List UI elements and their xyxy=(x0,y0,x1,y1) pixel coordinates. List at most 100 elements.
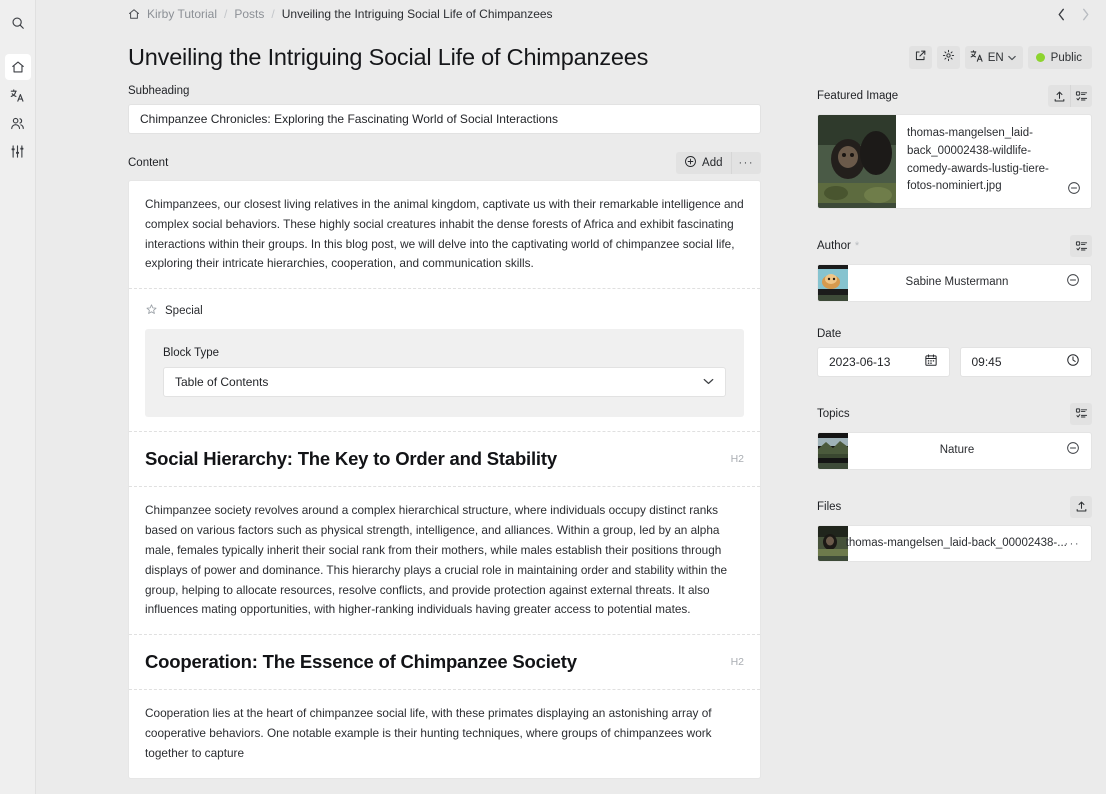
page-title[interactable]: Unveiling the Intriguing Social Life of … xyxy=(128,44,897,71)
status-badge[interactable]: Public xyxy=(1027,46,1092,69)
featured-image-info: thomas-mangelsen_laid-back_00002438-wild… xyxy=(896,115,1067,208)
language-value: EN xyxy=(987,51,1004,64)
blocks-canvas: Chimpanzees, our closest living relative… xyxy=(128,180,761,779)
sidebar-item-system[interactable] xyxy=(5,138,31,164)
checklist-icon[interactable] xyxy=(1070,85,1092,107)
sidebar-item-site[interactable] xyxy=(4,54,31,80)
block-text[interactable]: Chimpanzee society revolves around a com… xyxy=(129,487,760,636)
breadcrumb-item-site[interactable]: Kirby Tutorial xyxy=(147,7,217,21)
topics-actions xyxy=(1070,402,1092,425)
block-heading[interactable]: Cooperation: The Essence of Chimpanzee S… xyxy=(129,635,760,691)
title-actions: EN Public xyxy=(908,46,1092,69)
panel-featured-image: Featured Image thomas-mangelsen_laid-bac… xyxy=(817,85,1092,209)
topbar: Kirby Tutorial / Posts / Unveiling the I… xyxy=(36,0,1106,28)
file-thumbnail xyxy=(818,525,848,562)
ellipsis-icon: ··· xyxy=(1064,537,1080,550)
featured-image-filename: thomas-mangelsen_laid-back_00002438-wild… xyxy=(907,127,1049,193)
title-bar: Unveiling the Intriguing Social Life of … xyxy=(36,28,1106,85)
translate-icon xyxy=(970,49,984,66)
author-card[interactable]: Sabine Mustermann xyxy=(817,264,1092,302)
content-more-button[interactable]: ··· xyxy=(730,152,762,174)
panel-header: Featured Image xyxy=(817,85,1092,107)
ellipsis-icon: ··· xyxy=(738,157,754,169)
panel-header: Author * xyxy=(817,235,1092,257)
preview-button[interactable] xyxy=(908,46,932,69)
featured-image-card[interactable]: thomas-mangelsen_laid-back_00002438-wild… xyxy=(817,114,1092,209)
file-more-button[interactable]: ··· xyxy=(1065,526,1092,562)
list-item[interactable]: thomas-mangelsen_laid-back_00002438-... … xyxy=(817,524,1092,563)
panel-date: Date 2023-06-13 09:45 xyxy=(817,328,1092,377)
content-toolbar: Add ··· xyxy=(676,152,761,174)
calendar-icon[interactable] xyxy=(924,353,938,370)
file-name: thomas-mangelsen_laid-back_00002438-... xyxy=(845,536,1067,549)
time-value: 09:45 xyxy=(971,354,1002,369)
settings-button[interactable] xyxy=(936,46,960,69)
page-nav xyxy=(1052,5,1094,23)
author-remove-button[interactable] xyxy=(1066,265,1091,301)
author-name: Sabine Mustermann xyxy=(905,276,1009,288)
files-label: Files xyxy=(817,500,842,513)
block-heading-level: H2 xyxy=(730,656,744,669)
featured-image-label: Featured Image xyxy=(817,90,899,102)
subheading-input[interactable]: Chimpanzee Chronicles: Exploring the Fas… xyxy=(128,104,761,134)
topic-remove-button[interactable] xyxy=(1066,433,1091,469)
status-label: Public xyxy=(1050,51,1082,64)
block-text-body: Cooperation lies at the heart of chimpan… xyxy=(145,706,712,760)
sidebar-item-search[interactable] xyxy=(5,10,31,36)
block-heading-text: Social Hierarchy: The Key to Order and S… xyxy=(145,448,557,470)
author-info: Sabine Mustermann xyxy=(848,265,1066,301)
breadcrumb-separator: / xyxy=(224,7,228,21)
block-special-body: Block Type Table of Contents xyxy=(145,329,744,418)
plus-circle-icon xyxy=(684,155,697,171)
avatar xyxy=(818,265,848,301)
block-text[interactable]: Chimpanzees, our closest living relative… xyxy=(129,181,760,290)
home-icon[interactable] xyxy=(128,8,140,20)
content-label: Content xyxy=(128,157,169,169)
block-special[interactable]: Special Block Type Table of Contents xyxy=(129,289,760,433)
breadcrumb-item-posts[interactable]: Posts xyxy=(234,7,264,21)
block-type-select[interactable]: Table of Contents xyxy=(163,367,726,398)
panel-topics: Topics Nature xyxy=(817,402,1092,470)
language-selector[interactable]: EN xyxy=(964,46,1023,69)
sidebar-column: Featured Image thomas-mangelsen_laid-bac… xyxy=(817,85,1092,794)
chevron-right-icon[interactable] xyxy=(1076,5,1094,23)
required-marker: * xyxy=(854,239,860,252)
page: Kirby Tutorial / Posts / Unveiling the I… xyxy=(36,0,1106,794)
block-special-label: Special xyxy=(165,305,203,318)
checklist-icon[interactable] xyxy=(1070,235,1092,257)
featured-image-actions xyxy=(1048,85,1092,107)
block-type-label: Block Type xyxy=(163,347,220,360)
status-dot-icon xyxy=(1035,53,1045,62)
external-link-icon xyxy=(914,49,927,67)
date-value: 2023-06-13 xyxy=(829,354,891,369)
sidebar-item-languages[interactable] xyxy=(5,82,31,108)
star-outline-icon xyxy=(145,303,158,319)
block-special-header: Special xyxy=(145,303,744,329)
author-label-text: Author xyxy=(817,240,851,252)
date-label: Date xyxy=(817,327,842,340)
chevron-left-icon[interactable] xyxy=(1052,5,1070,23)
sidebar-item-users[interactable] xyxy=(5,110,31,136)
block-text[interactable]: Cooperation lies at the heart of chimpan… xyxy=(129,690,760,777)
date-input[interactable]: 2023-06-13 xyxy=(817,346,950,377)
time-input[interactable]: 09:45 xyxy=(959,346,1092,377)
file-info: thomas-mangelsen_laid-back_00002438-... xyxy=(845,526,1067,562)
panel-files: Files thomas-mangelsen_laid-back_0000243… xyxy=(817,495,1092,563)
checklist-icon[interactable] xyxy=(1070,402,1092,425)
topic-name: Nature xyxy=(939,443,975,456)
author-label: Author * xyxy=(817,240,1070,252)
topics-label: Topics xyxy=(817,407,850,420)
block-text-body: Chimpanzees, our closest living relative… xyxy=(145,197,744,271)
block-heading-level: H2 xyxy=(730,453,744,466)
chevron-down-icon xyxy=(1007,53,1016,63)
clock-icon[interactable] xyxy=(1066,353,1080,370)
breadcrumb-separator: / xyxy=(271,7,275,21)
list-item[interactable]: Nature xyxy=(817,431,1092,470)
panel-header: Files xyxy=(817,495,1092,518)
block-heading[interactable]: Social Hierarchy: The Key to Order and S… xyxy=(129,432,760,488)
upload-icon[interactable] xyxy=(1048,85,1070,107)
featured-image-remove-button[interactable] xyxy=(1067,115,1091,208)
upload-icon[interactable] xyxy=(1070,495,1092,518)
breadcrumb-item-current: Unveiling the Intriguing Social Life of … xyxy=(281,7,553,21)
add-block-button[interactable]: Add xyxy=(676,152,730,174)
